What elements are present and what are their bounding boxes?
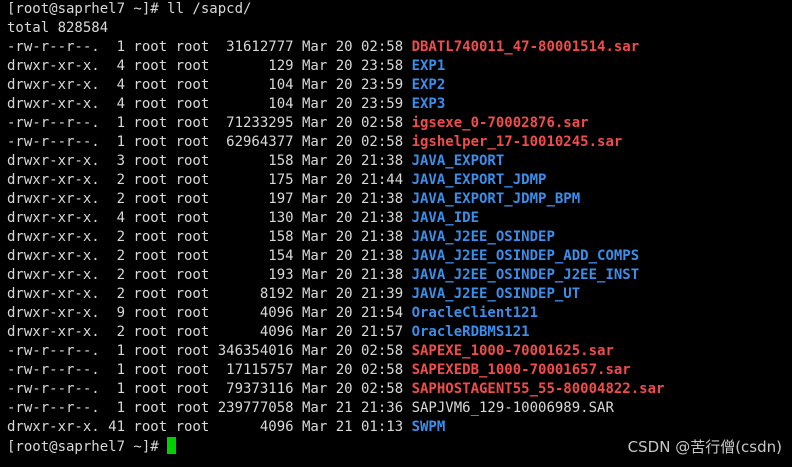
listing-row: drwxr-xr-x. 2 root root 154 Mar 20 21:38… <box>7 247 664 266</box>
file-metadata: drwxr-xr-x. 4 root root 129 Mar 20 23:58 <box>7 58 412 74</box>
file-metadata: -rw-r--r--. 1 root root 79373116 Mar 20 … <box>7 381 412 397</box>
directory-name: JAVA_J2EE_OSINDEP_J2EE_INST <box>411 267 640 283</box>
watermark: CSDN @苦行僧(csdn) <box>627 438 782 456</box>
file-name: DBATL740011_47-80001514.sar <box>411 39 640 55</box>
directory-name: OracleRDBMS121 <box>411 324 530 340</box>
listing-row: -rw-r--r--. 1 root root 346354016 Mar 20… <box>7 342 664 361</box>
listing-row: drwxr-xr-x. 2 root root 193 Mar 20 21:38… <box>7 266 664 285</box>
file-metadata: drwxr-xr-x. 9 root root 4096 Mar 20 21:5… <box>7 305 412 321</box>
total-line: total 828584 <box>7 20 109 36</box>
file-metadata: drwxr-xr-x. 2 root root 175 Mar 20 21:44 <box>7 172 412 188</box>
file-metadata: -rw-r--r--. 1 root root 62964377 Mar 20 … <box>7 134 412 150</box>
file-metadata: drwxr-xr-x. 4 root root 130 Mar 20 21:38 <box>7 210 412 226</box>
listing-row: drwxr-xr-x. 2 root root 197 Mar 20 21:38… <box>7 190 664 209</box>
directory-name: JAVA_EXPORT <box>411 153 505 169</box>
file-name: SAPEXEDB_1000-70001657.sar <box>411 362 631 378</box>
file-metadata: drwxr-xr-x. 2 root root 4096 Mar 20 21:5… <box>7 324 412 340</box>
directory-name: JAVA_J2EE_OSINDEP_UT <box>411 286 581 302</box>
file-metadata: -rw-r--r--. 1 root root 239777058 Mar 21… <box>7 400 412 416</box>
listing-row: -rw-r--r--. 1 root root 62964377 Mar 20 … <box>7 133 664 152</box>
file-metadata: drwxr-xr-x. 2 root root 158 Mar 20 21:38 <box>7 229 412 245</box>
file-metadata: -rw-r--r--. 1 root root 17115757 Mar 20 … <box>7 362 412 378</box>
file-name: SAPHOSTAGENT55_55-80004822.sar <box>411 381 665 397</box>
listing-row: drwxr-xr-x. 4 root root 104 Mar 20 23:59… <box>7 76 664 95</box>
directory-name: JAVA_EXPORT_JDMP_BPM <box>411 191 581 207</box>
file-metadata: drwxr-xr-x. 2 root root 197 Mar 20 21:38 <box>7 191 412 207</box>
listing-row: -rw-r--r--. 1 root root 239777058 Mar 21… <box>7 399 664 418</box>
file-metadata: -rw-r--r--. 1 root root 346354016 Mar 20… <box>7 343 412 359</box>
file-metadata: drwxr-xr-x. 3 root root 158 Mar 20 21:38 <box>7 153 412 169</box>
listing-row: drwxr-xr-x. 4 root root 129 Mar 20 23:58… <box>7 57 664 76</box>
file-metadata: drwxr-xr-x. 2 root root 8192 Mar 20 21:3… <box>7 286 412 302</box>
file-name: SAPJVM6_129-10006989.SAR <box>411 400 614 416</box>
directory-name: EXP1 <box>411 58 446 74</box>
listing-row: drwxr-xr-x. 3 root root 158 Mar 20 21:38… <box>7 152 664 171</box>
terminal-output: [root@saprhel7 ~]# ll /sapcd/ total 8285… <box>7 0 664 456</box>
final-prompt-line[interactable]: [root@saprhel7 ~]# <box>7 437 664 456</box>
directory-name: JAVA_IDE <box>411 210 480 226</box>
directory-name: JAVA_J2EE_OSINDEP <box>411 229 555 245</box>
directory-name: EXP2 <box>411 77 446 93</box>
command-line: [root@saprhel7 ~]# ll /sapcd/ <box>7 1 252 17</box>
directory-name: JAVA_J2EE_OSINDEP_ADD_COMPS <box>411 248 640 264</box>
listing-row: drwxr-xr-x. 4 root root 104 Mar 20 23:59… <box>7 95 664 114</box>
directory-name: JAVA_EXPORT_JDMP <box>411 172 547 188</box>
listing-row: drwxr-xr-x. 41 root root 4096 Mar 21 01:… <box>7 418 664 437</box>
file-metadata: drwxr-xr-x. 2 root root 154 Mar 20 21:38 <box>7 248 412 264</box>
directory-name: OracleClient121 <box>411 305 539 321</box>
prompt-text: [root@saprhel7 ~]# <box>7 439 168 455</box>
listing-row: -rw-r--r--. 1 root root 31612777 Mar 20 … <box>7 38 664 57</box>
file-metadata: drwxr-xr-x. 4 root root 104 Mar 20 23:59 <box>7 96 412 112</box>
file-metadata: -rw-r--r--. 1 root root 71233295 Mar 20 … <box>7 115 412 131</box>
listing-row: -rw-r--r--. 1 root root 71233295 Mar 20 … <box>7 114 664 133</box>
listing-row: drwxr-xr-x. 2 root root 175 Mar 20 21:44… <box>7 171 664 190</box>
listing-row: drwxr-xr-x. 2 root root 4096 Mar 20 21:5… <box>7 323 664 342</box>
listing-row: drwxr-xr-x. 2 root root 8192 Mar 20 21:3… <box>7 285 664 304</box>
file-metadata: drwxr-xr-x. 41 root root 4096 Mar 21 01:… <box>7 419 412 435</box>
listing-row: drwxr-xr-x. 9 root root 4096 Mar 20 21:5… <box>7 304 664 323</box>
listing-row: drwxr-xr-x. 4 root root 130 Mar 20 21:38… <box>7 209 664 228</box>
listing-row: drwxr-xr-x. 2 root root 158 Mar 20 21:38… <box>7 228 664 247</box>
file-metadata: drwxr-xr-x. 4 root root 104 Mar 20 23:59 <box>7 77 412 93</box>
file-name: SAPEXE_1000-70001625.sar <box>411 343 614 359</box>
file-name: igsexe_0-70002876.sar <box>411 115 589 131</box>
cursor-block <box>167 437 177 454</box>
directory-name: EXP3 <box>411 96 446 112</box>
file-name: igshelper_17-10010245.sar <box>411 134 623 150</box>
terminal-window[interactable]: [root@saprhel7 ~]# ll /sapcd/ total 8285… <box>0 0 792 467</box>
listing-row: -rw-r--r--. 1 root root 79373116 Mar 20 … <box>7 380 664 399</box>
directory-name: SWPM <box>411 419 446 435</box>
file-metadata: drwxr-xr-x. 2 root root 193 Mar 20 21:38 <box>7 267 412 283</box>
listing-entries: -rw-r--r--. 1 root root 31612777 Mar 20 … <box>7 38 664 437</box>
file-metadata: -rw-r--r--. 1 root root 31612777 Mar 20 … <box>7 39 412 55</box>
listing-row: -rw-r--r--. 1 root root 17115757 Mar 20 … <box>7 361 664 380</box>
